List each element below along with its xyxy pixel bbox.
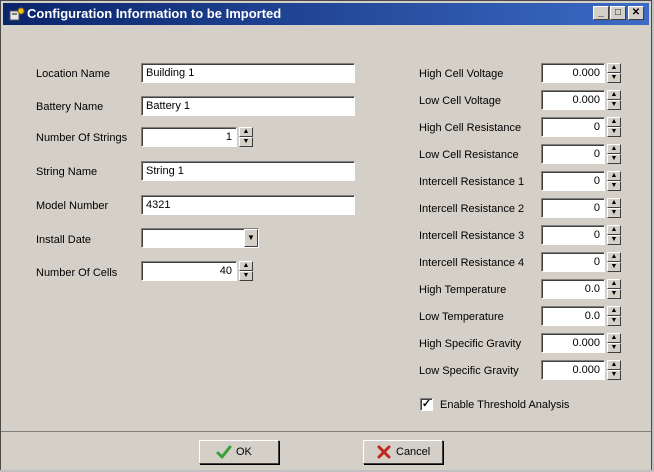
ok-button-label: OK bbox=[236, 446, 252, 458]
install-date-dropdown[interactable] bbox=[141, 228, 259, 248]
spinner-down-button[interactable]: ▼ bbox=[607, 154, 621, 164]
maximize-button[interactable]: □ bbox=[610, 6, 626, 20]
spinner-up-button[interactable]: ▲ bbox=[607, 306, 621, 316]
enable-threshold-label[interactable]: Enable Threshold Analysis bbox=[440, 399, 569, 411]
spinner-down-button[interactable]: ▼ bbox=[607, 343, 621, 353]
low-specific-gravity-input[interactable]: 0.000 bbox=[541, 360, 605, 380]
low-cell-resistance-label: Low Cell Resistance bbox=[419, 149, 519, 161]
intercell-resistance-4-spinner[interactable]: ▲ ▼ bbox=[607, 252, 621, 272]
cancel-button[interactable]: Cancel bbox=[363, 440, 443, 464]
location-name-input[interactable]: Building 1 bbox=[141, 63, 355, 83]
spinner-down-button[interactable]: ▼ bbox=[607, 208, 621, 218]
config-app-icon bbox=[9, 7, 25, 21]
low-cell-resistance-spinner[interactable]: ▲ ▼ bbox=[607, 144, 621, 164]
install-date-dropdown-button[interactable]: ▼ bbox=[244, 229, 258, 247]
number-of-cells-label: Number Of Cells bbox=[36, 267, 118, 279]
spinner-down-button[interactable]: ▼ bbox=[239, 137, 253, 147]
spinner-down-button[interactable]: ▼ bbox=[607, 181, 621, 191]
spinner-up-button[interactable]: ▲ bbox=[607, 144, 621, 154]
low-specific-gravity-spinner[interactable]: ▲ ▼ bbox=[607, 360, 621, 380]
intercell-resistance-4-input[interactable]: 0 bbox=[541, 252, 605, 272]
window-title: Configuration Information to be Imported bbox=[27, 6, 282, 21]
high-temperature-label: High Temperature bbox=[419, 284, 507, 296]
spinner-up-button[interactable]: ▲ bbox=[607, 117, 621, 127]
high-cell-resistance-spinner[interactable]: ▲ ▼ bbox=[607, 117, 621, 137]
spinner-up-button[interactable]: ▲ bbox=[607, 90, 621, 100]
spinner-up-button[interactable]: ▲ bbox=[607, 198, 621, 208]
high-temperature-input[interactable]: 0.0 bbox=[541, 279, 605, 299]
spinner-down-button[interactable]: ▼ bbox=[607, 73, 621, 83]
close-button[interactable]: ✕ bbox=[628, 6, 644, 20]
spinner-up-button[interactable]: ▲ bbox=[607, 252, 621, 262]
string-name-label: String Name bbox=[36, 166, 98, 178]
low-cell-voltage-input[interactable]: 0.000 bbox=[541, 90, 605, 110]
intercell-resistance-2-input[interactable]: 0 bbox=[541, 198, 605, 218]
number-of-cells-input[interactable]: 40 bbox=[141, 261, 237, 281]
low-specific-gravity-label: Low Specific Gravity bbox=[419, 365, 519, 377]
spinner-down-button[interactable]: ▼ bbox=[239, 271, 253, 281]
low-cell-voltage-label: Low Cell Voltage bbox=[419, 95, 501, 107]
location-name-label: Location Name bbox=[36, 68, 110, 80]
high-cell-resistance-label: High Cell Resistance bbox=[419, 122, 522, 134]
battery-name-input[interactable]: Battery 1 bbox=[141, 96, 355, 116]
low-temperature-spinner[interactable]: ▲ ▼ bbox=[607, 306, 621, 326]
spinner-up-button[interactable]: ▲ bbox=[607, 279, 621, 289]
spinner-up-button[interactable]: ▲ bbox=[239, 127, 253, 137]
title-bar[interactable]: Configuration Information to be Imported… bbox=[3, 3, 649, 25]
high-specific-gravity-input[interactable]: 0.000 bbox=[541, 333, 605, 353]
spinner-down-button[interactable]: ▼ bbox=[607, 289, 621, 299]
install-date-label: Install Date bbox=[36, 234, 92, 246]
intercell-resistance-2-label: Intercell Resistance 2 bbox=[419, 203, 525, 215]
spinner-up-button[interactable]: ▲ bbox=[607, 360, 621, 370]
spinner-down-button[interactable]: ▼ bbox=[607, 370, 621, 380]
minimize-button[interactable]: _ bbox=[593, 6, 609, 20]
intercell-resistance-1-input[interactable]: 0 bbox=[541, 171, 605, 191]
chevron-down-icon: ▼ bbox=[247, 233, 255, 242]
cancel-button-label: Cancel bbox=[396, 446, 431, 458]
high-cell-voltage-input[interactable]: 0.000 bbox=[541, 63, 605, 83]
high-cell-voltage-label: High Cell Voltage bbox=[419, 68, 504, 80]
ok-button[interactable]: OK bbox=[199, 440, 279, 464]
spinner-up-button[interactable]: ▲ bbox=[607, 333, 621, 343]
spinner-down-button[interactable]: ▼ bbox=[607, 127, 621, 137]
spinner-down-button[interactable]: ▼ bbox=[607, 100, 621, 110]
low-cell-resistance-input[interactable]: 0 bbox=[541, 144, 605, 164]
form-area: Location Name Building 1 Battery Name Ba… bbox=[13, 31, 643, 429]
intercell-resistance-3-label: Intercell Resistance 3 bbox=[419, 230, 525, 242]
configuration-dialog: Configuration Information to be Imported… bbox=[0, 0, 652, 470]
number-of-strings-label: Number Of Strings bbox=[36, 132, 128, 144]
high-cell-voltage-spinner[interactable]: ▲ ▼ bbox=[607, 63, 621, 83]
spinner-up-button[interactable]: ▲ bbox=[607, 63, 621, 73]
number-of-strings-spinner[interactable]: ▲ ▼ bbox=[239, 127, 253, 147]
battery-name-label: Battery Name bbox=[36, 101, 104, 113]
low-temperature-label: Low Temperature bbox=[419, 311, 504, 323]
spinner-down-button[interactable]: ▼ bbox=[607, 262, 621, 272]
spinner-down-button[interactable]: ▼ bbox=[607, 316, 621, 326]
intercell-resistance-1-spinner[interactable]: ▲ ▼ bbox=[607, 171, 621, 191]
spinner-up-button[interactable]: ▲ bbox=[607, 171, 621, 181]
low-cell-voltage-spinner[interactable]: ▲ ▼ bbox=[607, 90, 621, 110]
dialog-footer: OK Cancel bbox=[1, 431, 651, 470]
spinner-down-button[interactable]: ▼ bbox=[607, 235, 621, 245]
spinner-up-button[interactable]: ▲ bbox=[239, 261, 253, 271]
spinner-up-button[interactable]: ▲ bbox=[607, 225, 621, 235]
string-name-input[interactable]: String 1 bbox=[141, 161, 355, 181]
intercell-resistance-1-label: Intercell Resistance 1 bbox=[419, 176, 525, 188]
high-specific-gravity-label: High Specific Gravity bbox=[419, 338, 522, 350]
high-specific-gravity-spinner[interactable]: ▲ ▼ bbox=[607, 333, 621, 353]
intercell-resistance-3-spinner[interactable]: ▲ ▼ bbox=[607, 225, 621, 245]
low-temperature-input[interactable]: 0.0 bbox=[541, 306, 605, 326]
model-number-input[interactable]: 4321 bbox=[141, 195, 355, 215]
number-of-cells-spinner[interactable]: ▲ ▼ bbox=[239, 261, 253, 281]
intercell-resistance-3-input[interactable]: 0 bbox=[541, 225, 605, 245]
number-of-strings-input[interactable]: 1 bbox=[141, 127, 237, 147]
enable-threshold-checkbox[interactable]: ✓ bbox=[420, 398, 433, 411]
intercell-resistance-2-spinner[interactable]: ▲ ▼ bbox=[607, 198, 621, 218]
high-cell-resistance-input[interactable]: 0 bbox=[541, 117, 605, 137]
high-temperature-spinner[interactable]: ▲ ▼ bbox=[607, 279, 621, 299]
x-mark-icon bbox=[377, 445, 391, 459]
checkmark-icon bbox=[216, 445, 232, 459]
model-number-label: Model Number bbox=[36, 200, 109, 212]
intercell-resistance-4-label: Intercell Resistance 4 bbox=[419, 257, 525, 269]
